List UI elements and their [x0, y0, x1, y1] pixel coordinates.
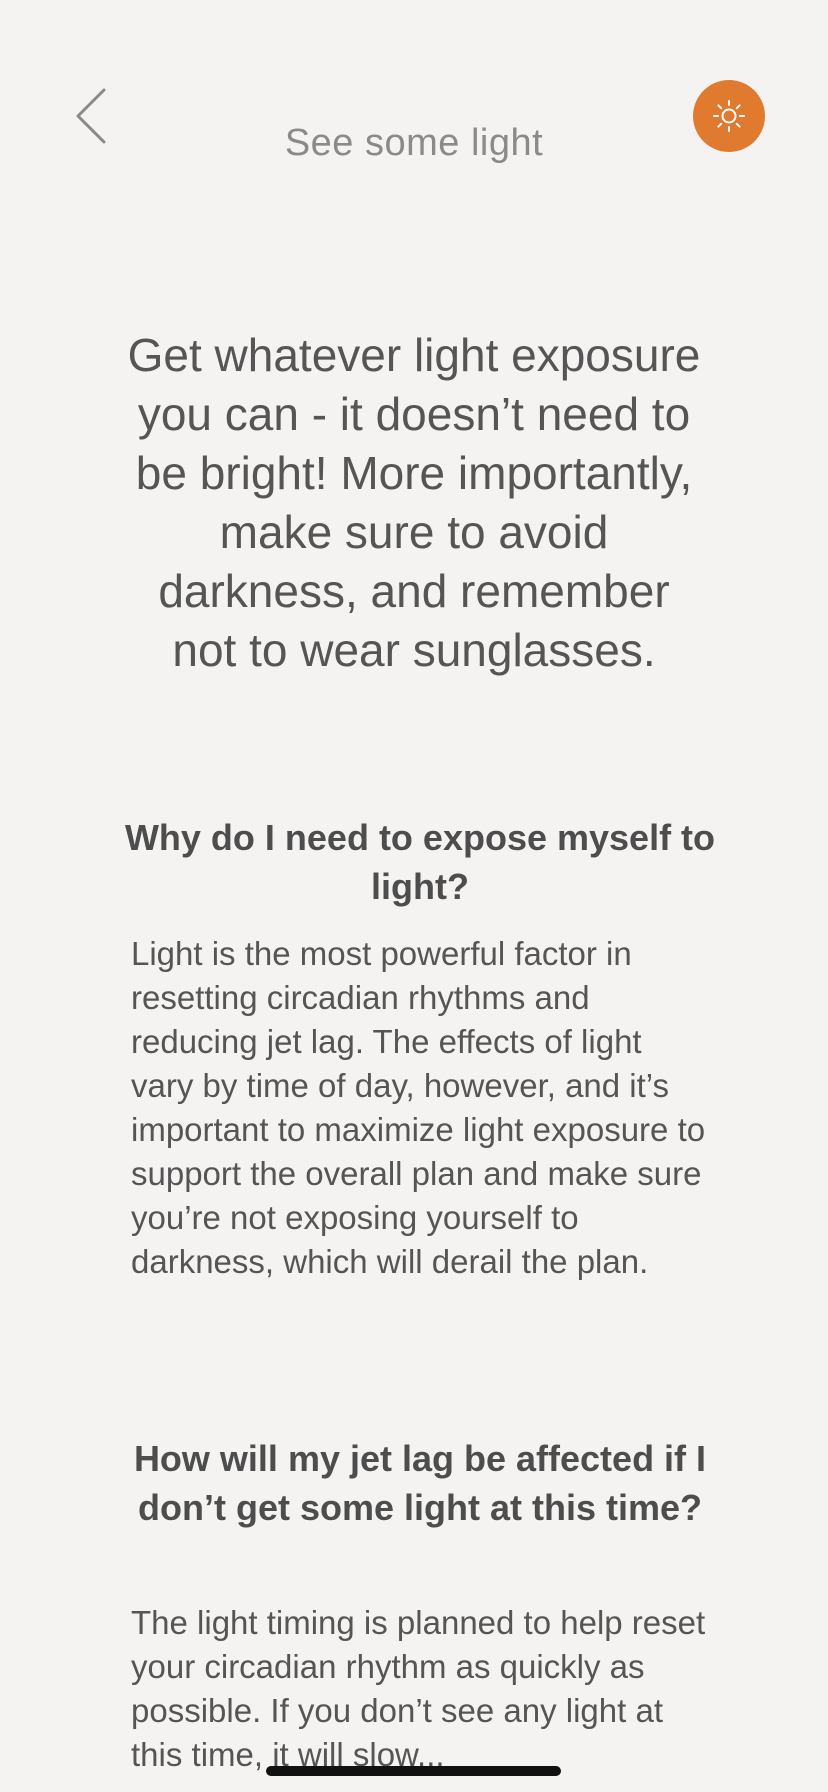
sun-icon	[712, 99, 746, 133]
sun-button[interactable]	[693, 80, 765, 152]
home-indicator[interactable]	[266, 1766, 561, 1776]
section-body-why: Light is the most powerful factor in res…	[131, 935, 706, 1280]
lead-text: Get whatever light exposure you can - it…	[127, 329, 701, 676]
section-body-how: The light timing is planned to help rese…	[131, 1604, 706, 1773]
section-title-how: How will my jet lag be affected if I don…	[133, 1438, 707, 1528]
section-title-why: Why do I need to expose myself to light?	[124, 817, 716, 907]
